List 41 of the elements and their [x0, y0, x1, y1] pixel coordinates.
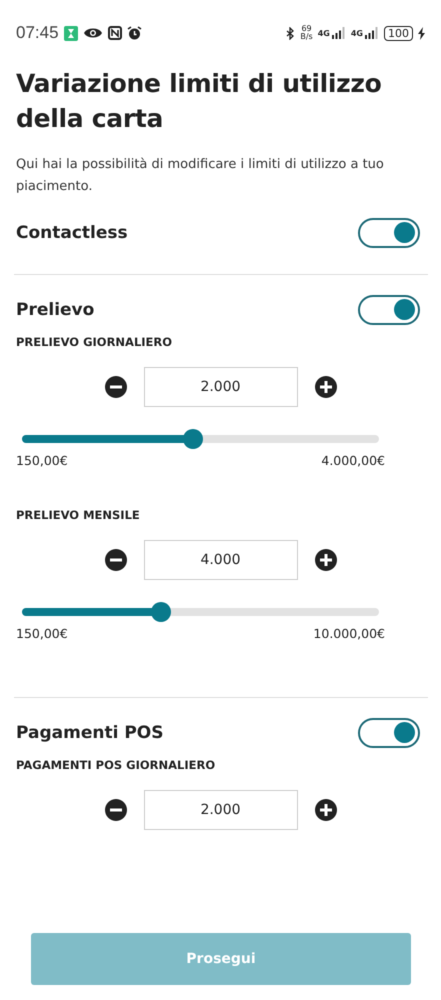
toggle-switch[interactable]: [358, 295, 420, 325]
amount-field[interactable]: 2.000: [144, 367, 298, 407]
section-title: Prelievo: [16, 300, 94, 320]
limit-label: PAGAMENTI POS GIORNALIERO: [16, 758, 216, 772]
nfc-icon: [108, 26, 122, 40]
plus-button[interactable]: [314, 549, 336, 571]
plus-button[interactable]: [314, 799, 336, 821]
minus-button[interactable]: [104, 549, 126, 571]
battery-level: 100: [384, 26, 413, 40]
limit-label: PRELIEVO MENSILE: [16, 508, 141, 522]
signal-icon: [332, 27, 346, 39]
signal-icon: [365, 27, 379, 39]
limit-label: PRELIEVO GIORNALIERO: [16, 335, 174, 349]
toggle-switch[interactable]: [358, 718, 420, 748]
network-speed: 69 B/s: [300, 25, 313, 41]
charging-icon: [418, 26, 425, 40]
slider-thumb[interactable]: [183, 429, 204, 449]
eye-icon: [82, 26, 103, 40]
page-title: Variazione limiti di utilizzo della carta: [16, 68, 383, 135]
alarm-icon: [126, 26, 142, 40]
network-type: 4G: [350, 28, 363, 38]
slider[interactable]: [22, 602, 379, 622]
amount-field[interactable]: 2.000: [144, 790, 298, 830]
slider[interactable]: [22, 429, 379, 449]
minus-button[interactable]: [104, 799, 126, 821]
slider-max: 4.000,00€: [321, 453, 385, 468]
section-title: Contactless: [16, 223, 128, 243]
plus-button[interactable]: [314, 376, 336, 398]
minus-button[interactable]: [104, 376, 126, 398]
network-type: 4G: [318, 28, 330, 38]
toggle-switch[interactable]: [358, 218, 420, 248]
status-time: 07:45: [16, 23, 59, 43]
section-title: Pagamenti POS: [16, 723, 164, 743]
amount-field[interactable]: 4.000: [144, 540, 298, 580]
hourglass-icon: [64, 26, 78, 40]
slider-thumb[interactable]: [151, 602, 172, 622]
slider-min: 150,00€: [16, 626, 68, 641]
slider-max: 10.000,00€: [313, 626, 385, 641]
bluetooth-icon: [286, 26, 296, 40]
page-description: Qui hai la possibilità di modificare i limiti di utilizzo a tuo piacimento.: [16, 156, 385, 196]
slider-min: 150,00€: [16, 453, 68, 468]
